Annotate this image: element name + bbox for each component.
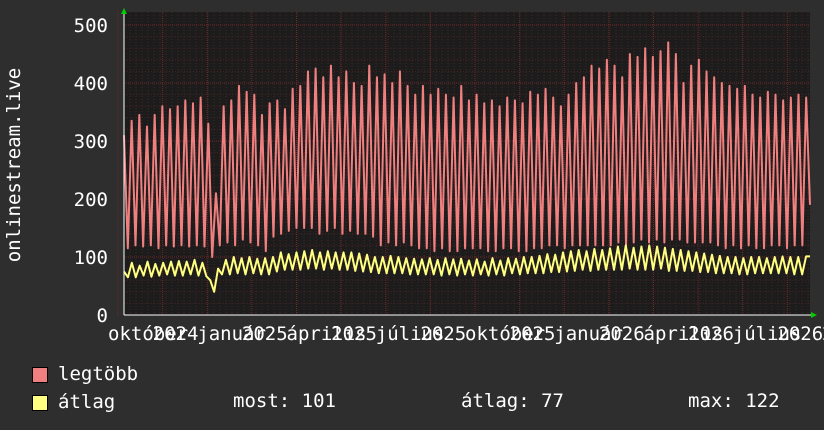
stat-current: most: 101 [233,390,336,412]
y-axis-label: onlinestream.live [3,68,25,262]
y-tick-label: 300 [74,131,108,153]
x-tick-label: 2024 [153,323,199,345]
y-tick-labels: 0 100 200 300 400 500 [74,15,108,327]
legend-swatch-max [32,367,48,383]
legend-label-max: legtöbb [58,363,139,385]
x-tick-labels: október2024január2025április2025július20… [108,323,824,345]
y-axis-arrow [121,8,127,14]
x-tick-label: 2025 [331,323,377,345]
y-tick-label: 200 [74,189,108,211]
legend-swatch-avg [32,395,48,411]
y-tick-label: 0 [97,305,108,327]
y-tick-label: 400 [74,73,108,95]
legend-label-avg: átlag [58,391,116,413]
stat-average: átlag: 77 [461,390,564,412]
x-tick-label: 2025 [420,323,466,345]
y-tick-label: 100 [74,247,108,269]
chart: 0 100 200 300 400 500 október2024január2025áp… [3,8,824,345]
x-axis-arrow [811,312,817,318]
x-tick-label: 2025 [510,323,556,345]
x-tick-label: 2026 [599,323,645,345]
x-tick-label: 2026 [777,323,823,345]
x-tick-label: 2026 [688,323,734,345]
y-tick-label: 500 [74,15,108,37]
x-tick-label: 2025 [242,323,288,345]
stat-max: max: 122 [688,390,780,412]
